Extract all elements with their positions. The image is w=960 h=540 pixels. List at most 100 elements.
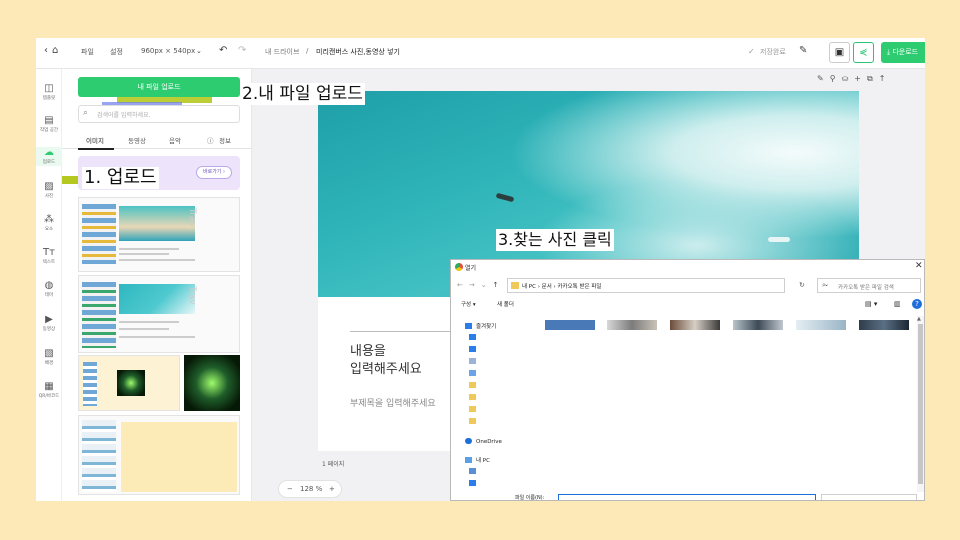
upload-my-file-button[interactable]: 내 파일 업로드 <box>78 77 240 97</box>
file-thumbnail[interactable] <box>796 320 846 330</box>
zoom-out-button[interactable]: − <box>287 481 293 497</box>
tree-item[interactable] <box>469 370 539 380</box>
home-icon[interactable]: ⌂ <box>52 45 58 56</box>
sidebar-item-elements[interactable]: ⁂ 요소 <box>36 214 62 233</box>
document-title[interactable]: 미리캔버스 사진,동영상 넣기 <box>316 47 400 57</box>
tree-item[interactable] <box>469 358 539 368</box>
tree-item-quick-access[interactable]: 즐겨찾기 <box>465 322 535 332</box>
tree-item[interactable] <box>469 468 539 478</box>
address-bar[interactable]: 내 PC › 문서 › 카카오톡 받은 파일 ⌄ <box>507 278 829 293</box>
new-folder-button[interactable]: 새 폴더 <box>497 300 514 308</box>
filename-input[interactable] <box>558 494 816 500</box>
pin-icon[interactable]: ⚲ <box>830 74 842 83</box>
page-subtitle[interactable]: 부제목을 입력해주세요 <box>350 396 436 409</box>
sidebar-item-qr[interactable]: ▦ QR/바코드 <box>36 381 62 400</box>
back-icon[interactable]: ← <box>457 281 469 289</box>
tree-item[interactable] <box>469 382 539 392</box>
preview-pane-icon[interactable]: ▥ <box>894 300 901 308</box>
redo-icon[interactable]: ↷ <box>238 45 246 56</box>
sidebar-item-templates[interactable]: ◫ 템플릿 <box>36 83 62 102</box>
folder-icon <box>469 406 476 412</box>
save-button[interactable]: ▣ <box>829 42 850 63</box>
tab-videos[interactable]: 동영상 <box>128 135 146 145</box>
file-thumbnail[interactable] <box>607 320 657 330</box>
folder-search-input[interactable]: ⌕ 카카오톡 받은 파일 검색 <box>817 278 921 293</box>
scrollbar[interactable]: ▲ <box>917 316 924 492</box>
share-button[interactable]: ⋞ <box>853 42 874 63</box>
pen-icon[interactable]: ✎ <box>799 45 807 56</box>
annotation-step2: 2.내 파일 업로드 <box>240 83 365 105</box>
sea-photo <box>119 284 195 314</box>
file-thumbnail[interactable] <box>733 320 783 330</box>
tree-item[interactable] <box>469 334 539 344</box>
forward-icon[interactable]: → <box>469 281 481 289</box>
page-title[interactable]: 내용을 입력해주세요 <box>350 343 422 379</box>
add-icon[interactable]: + <box>854 74 867 83</box>
file-thumbnail[interactable] <box>545 320 595 330</box>
refresh-icon[interactable]: ↻ <box>799 281 805 289</box>
zoom-value[interactable]: 128 % <box>300 481 322 497</box>
nav-arrows: ←→⌄↑ <box>457 281 505 289</box>
help-icon[interactable]: ? <box>912 299 922 309</box>
up-icon[interactable]: ↑ <box>879 74 892 83</box>
mini-layout <box>82 204 116 264</box>
sidebar-item-workspace[interactable]: ▤ 작업 공간 <box>36 115 62 134</box>
view-icon[interactable]: ▤ ▾ <box>865 300 877 308</box>
file-thumbnail[interactable] <box>670 320 720 330</box>
tree-item[interactable] <box>469 480 539 490</box>
tree-item-this-pc[interactable]: 내 PC <box>465 456 535 466</box>
file-type-select[interactable] <box>821 494 917 500</box>
address-breadcrumb[interactable]: 내 PC › 문서 › 카카오톡 받은 파일 <box>522 282 601 290</box>
sidebar-item-photos[interactable]: ▨ 사진 <box>36 181 62 200</box>
scroll-up-icon[interactable]: ▲ <box>917 316 921 322</box>
navigation-tree: 즐겨찾기 OneDrive 내 PC <box>451 316 539 494</box>
share-icon: ⋞ <box>859 47 868 58</box>
tab-info[interactable]: 정보 <box>219 135 231 145</box>
beach-photo <box>119 206 195 241</box>
sidebar-item-text[interactable]: Tт 텍스트 <box>36 247 62 266</box>
sidebar-item-background[interactable]: ▧ 배경 <box>36 348 62 367</box>
tree-item[interactable] <box>469 406 539 416</box>
tab-music[interactable]: 음악 <box>169 135 181 145</box>
search-input[interactable]: ⌕ 검색어를 입력하세요. <box>78 105 240 123</box>
memo-icon[interactable]: ✎ <box>817 74 830 83</box>
menu-settings[interactable]: 설정 <box>110 47 123 57</box>
menu-file[interactable]: 파일 <box>81 47 94 57</box>
tree-item[interactable] <box>469 418 539 428</box>
command-bar: 구성 ▾ 새 폴더 ▤ ▾ ▥ ? <box>451 298 924 312</box>
scroll-thumb[interactable] <box>918 324 923 484</box>
back-icon[interactable]: ‹ <box>44 45 48 56</box>
up-icon[interactable]: ↑ <box>493 281 505 289</box>
uploaded-image-thumb[interactable] <box>78 415 240 495</box>
fill-icon[interactable]: ⛀ <box>842 74 855 83</box>
close-button[interactable]: ✕ <box>915 261 923 271</box>
undo-icon[interactable]: ↶ <box>219 45 227 56</box>
promo-go-button[interactable]: 바로가기 › <box>196 166 232 179</box>
chevron-down-icon[interactable]: ⌄ <box>481 281 493 289</box>
sidebar-item-upload[interactable]: ☁ 업로드 <box>36 147 62 166</box>
copy-icon[interactable]: ⧉ <box>867 74 879 83</box>
sidebar-item-theme[interactable]: ◍ 테마 <box>36 280 62 299</box>
uploaded-image-thumb[interactable]: Trav <box>78 275 240 353</box>
canvas-size-select[interactable]: 960px × 540px <box>141 47 195 55</box>
uploaded-image-thumb[interactable] <box>184 355 240 411</box>
info-icon[interactable]: ⓘ <box>207 135 214 145</box>
breadcrumb-drive[interactable]: 내 드라이브 <box>265 47 299 57</box>
download-button[interactable]: ⤓ 다운로드 <box>881 42 925 63</box>
zoom-in-button[interactable]: + <box>329 481 335 497</box>
tree-item[interactable] <box>469 346 539 356</box>
tree-item[interactable] <box>469 394 539 404</box>
folder-icon <box>511 282 519 289</box>
desktop-icon <box>469 480 476 486</box>
picture-icon <box>469 370 476 376</box>
tree-item-onedrive[interactable]: OneDrive <box>465 438 535 448</box>
uploaded-image-thumb[interactable]: Trav <box>78 197 240 272</box>
file-thumbnail[interactable] <box>859 320 909 330</box>
check-icon: ✓ <box>748 47 755 56</box>
organize-button[interactable]: 구성 ▾ <box>461 300 476 308</box>
chevron-down-icon[interactable]: ⌄ <box>196 47 202 55</box>
uploaded-image-thumb[interactable] <box>78 355 180 411</box>
tab-images[interactable]: 이미지 <box>86 135 104 145</box>
text-icon: Tт <box>43 247 55 258</box>
sidebar-item-video[interactable]: ▶ 동영상 <box>36 314 62 333</box>
